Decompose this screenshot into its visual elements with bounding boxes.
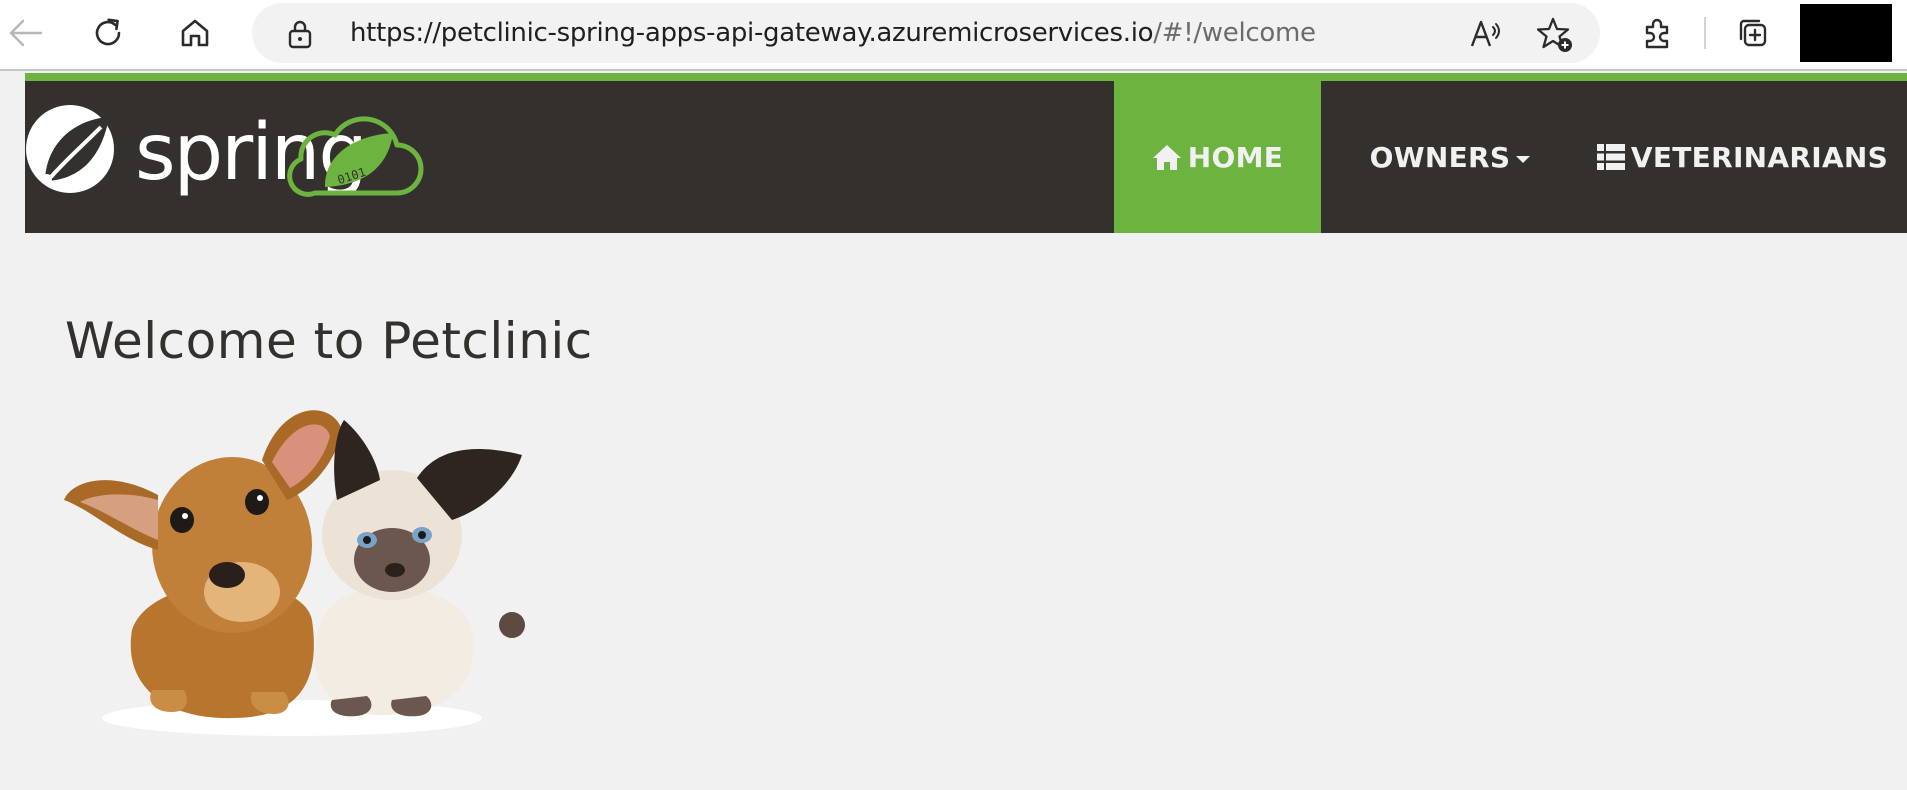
home-icon <box>181 19 209 47</box>
caret-down-icon <box>1516 155 1531 163</box>
navbar-accent-bar <box>25 73 1907 81</box>
browser-toolbar: https://petclinic-spring-apps-api-gatewa… <box>0 0 1907 71</box>
collections-button[interactable] <box>1728 8 1778 58</box>
puppy-illustration <box>64 410 342 719</box>
read-aloud-icon <box>1470 20 1500 47</box>
lock-icon <box>288 20 312 49</box>
nav-owners-dropdown[interactable]: OWNERS <box>1365 81 1535 233</box>
favorite-add-icon <box>1536 17 1572 52</box>
nav-home[interactable]: HOME <box>1114 81 1321 233</box>
back-arrow-icon <box>9 19 43 47</box>
add-favorite-button[interactable] <box>1536 16 1574 59</box>
nav-veterinarians[interactable]: VETERINARIANS <box>1590 81 1895 233</box>
nav-home-label: HOME <box>1187 140 1284 174</box>
home-button[interactable] <box>170 8 220 58</box>
back-button[interactable] <box>0 8 50 58</box>
pets-image <box>62 400 532 745</box>
extensions-icon <box>1645 18 1669 49</box>
refresh-icon <box>95 18 121 46</box>
extensions-button[interactable] <box>1632 8 1682 58</box>
page-title: Welcome to Petclinic <box>65 312 593 370</box>
list-icon <box>1596 144 1625 170</box>
home-icon <box>1152 145 1181 170</box>
kitten-illustration <box>314 420 525 717</box>
url-text[interactable]: https://petclinic-spring-apps-api-gatewa… <box>350 18 1316 48</box>
nav-veterinarians-label: VETERINARIANS <box>1630 140 1889 174</box>
nav-owners-label: OWNERS <box>1369 140 1511 174</box>
spring-leaf-icon <box>26 105 114 193</box>
address-bar[interactable]: https://petclinic-spring-apps-api-gatewa… <box>252 3 1600 63</box>
collections-icon <box>1739 19 1767 47</box>
profile-button[interactable] <box>1800 4 1892 62</box>
toolbar-separator <box>1704 17 1706 49</box>
site-navbar: spring 0101 HOME OWNERS VETERINARIANS <box>25 81 1907 233</box>
read-aloud-button[interactable] <box>1468 16 1504 57</box>
spring-logo[interactable]: spring 0101 <box>25 101 485 218</box>
refresh-button[interactable] <box>83 8 133 58</box>
